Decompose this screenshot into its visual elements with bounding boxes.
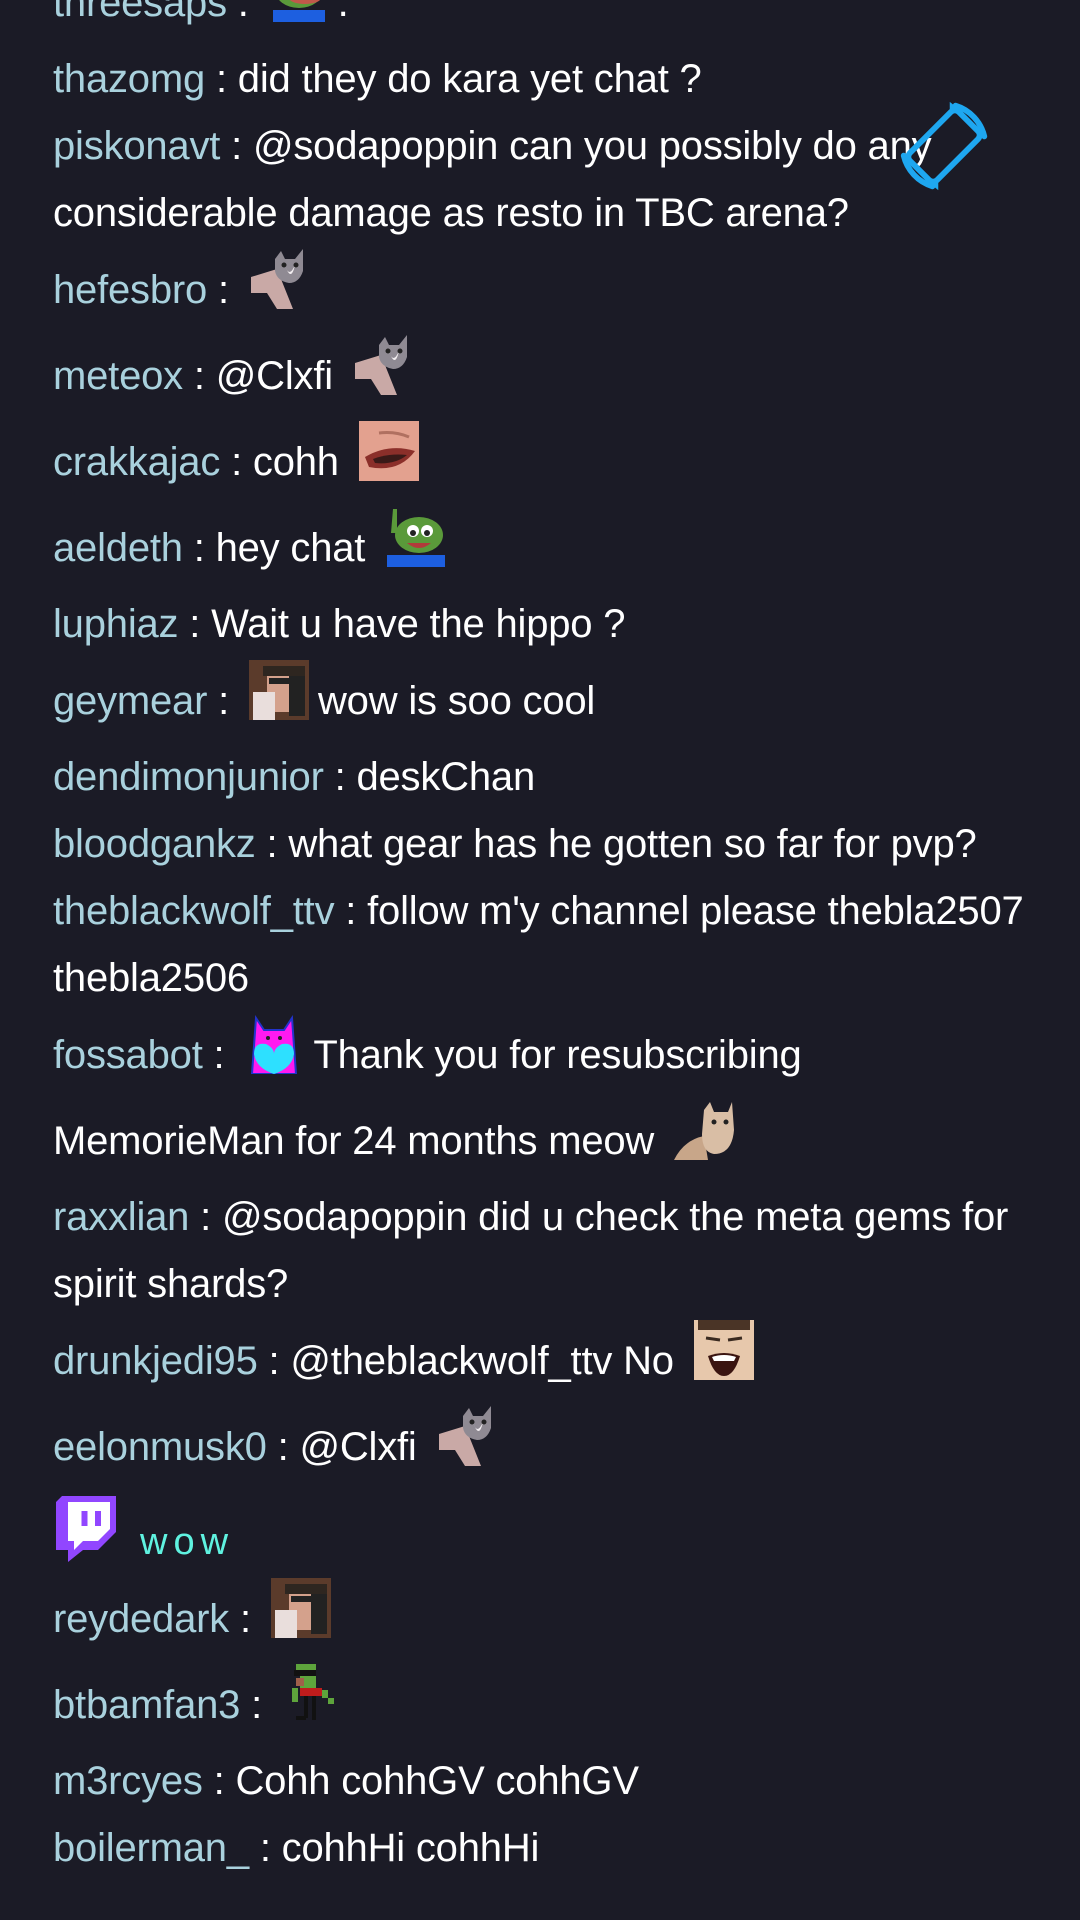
chat-username[interactable]: raxxlian	[53, 1195, 189, 1239]
chat-username[interactable]: aeldeth	[53, 526, 183, 570]
chat-username[interactable]: m3rcyes	[53, 1759, 203, 1803]
chat-message: hefesbro :	[53, 247, 1043, 333]
chat-message-text: cohh	[252, 440, 350, 484]
screen-rotate-button[interactable]	[896, 98, 992, 194]
chat-username[interactable]: meteox	[53, 354, 183, 398]
chat-username[interactable]: btbamfan3	[53, 1683, 240, 1727]
chat-username[interactable]: dendimonjunior	[53, 755, 324, 799]
username-separator: :	[229, 1597, 262, 1641]
username-separator: :	[257, 1339, 291, 1383]
emote-pixel-pepe-walk-icon[interactable]	[279, 1664, 345, 1724]
emote-cat-dance-icon[interactable]	[434, 1406, 500, 1466]
chat-message-text: what gear has he gotten so far for pvp?	[288, 822, 977, 866]
chat-message: aeldeth : hey chat	[53, 505, 1043, 591]
username-separator: :	[207, 268, 240, 312]
username-separator: :	[266, 1425, 300, 1469]
chat-message: eelonmusk0 : @Clxfi	[53, 1404, 1043, 1490]
username-separator: :	[334, 889, 368, 933]
chat-username[interactable]: theblackwolf_ttv	[53, 889, 335, 933]
emote-cat-stare-icon[interactable]	[671, 1100, 737, 1160]
chat-message: reydedark :	[53, 1576, 1043, 1662]
chat-message: dendimonjunior : deskChan	[53, 744, 1043, 811]
emote-cat-dance-icon[interactable]	[246, 249, 312, 309]
emote-streamer-eating-icon[interactable]	[268, 1578, 334, 1638]
chat-username[interactable]: drunkjedi95	[53, 1339, 258, 1383]
chat-message: threesaps . .	[53, 0, 1043, 46]
username-separator: :	[202, 1033, 236, 1077]
username-separator: :	[178, 602, 212, 646]
chat-message-text: .	[337, 0, 349, 25]
chat-message: meteox : @Clxfi	[53, 333, 1043, 419]
chat-message-text: cohhHi cohhHi	[281, 1826, 540, 1870]
username-separator: :	[205, 57, 238, 101]
chat-message-text: Wait u have the hippo ?	[211, 602, 626, 646]
chat-message: piskonavt : @sodapoppin can you possibly…	[53, 113, 1043, 247]
chat-username[interactable]: fossabot	[53, 1033, 203, 1077]
chat-message: fossabot : Thank you for resubscribing M…	[53, 1012, 1043, 1184]
emote-laughing-face-icon[interactable]	[691, 1320, 757, 1380]
chat-username[interactable]: piskonavt	[53, 124, 220, 168]
twitch-glitch-icon	[56, 1496, 116, 1562]
chat-username[interactable]: reydedark	[53, 1597, 229, 1641]
chat-message-text: did they do kara yet chat ?	[237, 57, 702, 101]
username-separator: :	[182, 354, 216, 398]
username-separator: :	[182, 526, 216, 570]
system-message-text: wow	[140, 1521, 235, 1563]
emote-mouth-face-icon[interactable]	[356, 421, 422, 481]
username-separator: .	[226, 0, 260, 25]
chat-message: m3rcyes : Cohh cohhGV cohhGV	[53, 1748, 1043, 1815]
chat-message: geymear : wow is soo cool	[53, 658, 1043, 744]
emote-streamer-eating-icon[interactable]	[246, 660, 312, 720]
chat-username[interactable]: luphiaz	[53, 602, 179, 646]
chat-message: bloodgankz : what gear has he gotten so …	[53, 811, 1043, 878]
chat-message: btbamfan3 :	[53, 1662, 1043, 1748]
username-separator: :	[248, 1826, 282, 1870]
username-separator: :	[323, 755, 357, 799]
chat-username[interactable]: boilerman_	[53, 1826, 249, 1870]
username-separator: :	[220, 124, 253, 168]
username-separator: :	[240, 1683, 273, 1727]
emote-pepe-blue-shirt-icon[interactable]	[266, 0, 332, 22]
username-separator: :	[255, 822, 289, 866]
chat-message-text: hey chat	[215, 526, 377, 570]
chat-message-text: @theblackwolf_ttv No	[290, 1339, 685, 1383]
chat-message-text: wow is soo cool	[317, 679, 596, 723]
username-separator: :	[189, 1195, 222, 1239]
chat-message-list: threesaps . . thazomg : did they do kara…	[53, 0, 1043, 1882]
chat-username[interactable]: threesaps	[53, 0, 227, 25]
chat-message: thazomg : did they do kara yet chat ?	[53, 46, 1043, 113]
chat-message-text: @Clxfi	[299, 1425, 428, 1469]
emote-pink-cat-heart-icon[interactable]	[241, 1014, 307, 1074]
emote-pepe-wave-icon[interactable]	[382, 507, 448, 567]
chat-message: crakkajac : cohh	[53, 419, 1043, 505]
chat-username[interactable]: bloodgankz	[53, 822, 256, 866]
chat-username[interactable]: hefesbro	[53, 268, 207, 312]
chat-username[interactable]: geymear	[53, 679, 207, 723]
system-message: wow	[53, 1490, 1043, 1576]
username-separator: :	[207, 679, 240, 723]
username-separator: :	[202, 1759, 236, 1803]
chat-message: theblackwolf_ttv : follow m'y channel pl…	[53, 878, 1043, 1012]
chat-message: raxxlian : @sodapoppin did u check the m…	[53, 1184, 1043, 1318]
chat-username[interactable]: thazomg	[53, 57, 205, 101]
chat-username[interactable]: eelonmusk0	[53, 1425, 267, 1469]
chat-message: boilerman_ : cohhHi cohhHi	[53, 1815, 1043, 1882]
chat-message-text: deskChan	[356, 755, 535, 799]
chat-message-text: Cohh cohhGV cohhGV	[235, 1759, 639, 1803]
chat-message: luphiaz : Wait u have the hippo ?	[53, 591, 1043, 658]
chat-username[interactable]: crakkajac	[53, 440, 220, 484]
chat-message: drunkjedi95 : @theblackwolf_ttv No	[53, 1318, 1043, 1404]
emote-cat-dance-icon[interactable]	[350, 335, 416, 395]
username-separator: :	[220, 440, 253, 484]
chat-message-text: @Clxfi	[215, 354, 344, 398]
screen-rotate-icon	[900, 101, 988, 191]
